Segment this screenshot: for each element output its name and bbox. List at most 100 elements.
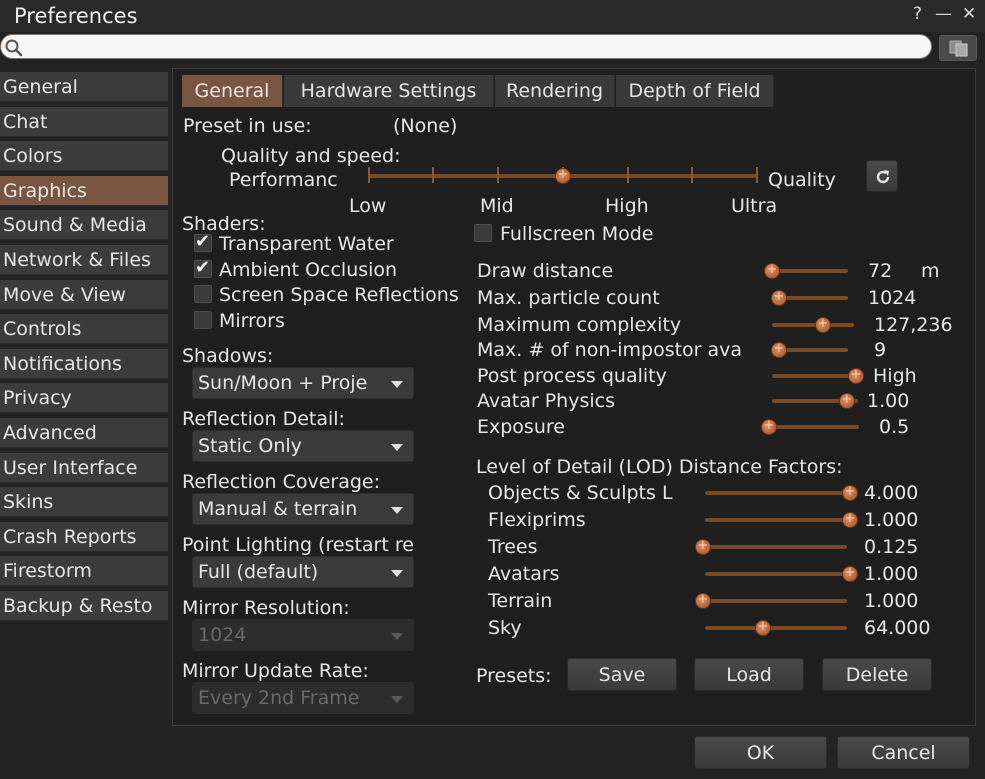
maximum-complexity-value[interactable]: 127,236 — [874, 314, 953, 336]
draw-distance-slider-knob[interactable] — [764, 260, 780, 280]
cancel-button[interactable]: Cancel — [837, 736, 970, 769]
sidebar-item-label: Advanced — [3, 422, 97, 444]
refresh-icon — [876, 170, 890, 184]
quality-slider[interactable] — [368, 165, 758, 186]
quality-label: Quality and speed: — [221, 145, 401, 167]
sidebar-item-firestorm[interactable]: Firestorm — [0, 556, 168, 587]
quality-slider-knob[interactable] — [555, 165, 571, 185]
lod-trees-slider-knob[interactable] — [695, 536, 711, 556]
reset-quality-button[interactable] — [866, 160, 898, 192]
sidebar-item-graphics[interactable]: Graphics — [0, 175, 168, 206]
shader-checkbox[interactable] — [194, 257, 212, 278]
sidebar-item-notifications[interactable]: Notifications — [0, 348, 168, 379]
tab-depth-of-field[interactable]: Depth of Field — [616, 75, 774, 107]
post-process-quality-label: Post process quality — [477, 365, 667, 387]
exposure-slider-knob[interactable] — [761, 416, 777, 436]
search-input[interactable] — [27, 37, 926, 58]
load-preset-button[interactable]: Load — [694, 658, 804, 691]
lod-avatars-value[interactable]: 1.000 — [864, 563, 918, 585]
sidebar-item-skins[interactable]: Skins — [0, 487, 168, 518]
reflection-detail-dropdown[interactable]: Static Only — [192, 430, 414, 462]
sidebar-item-general[interactable]: General — [0, 72, 168, 102]
post-process-quality-value[interactable]: High — [873, 365, 917, 387]
post-process-quality-slider[interactable] — [772, 365, 864, 385]
sidebar-item-move-view[interactable]: Move & View — [0, 279, 168, 310]
tab-rendering[interactable]: Rendering — [495, 75, 615, 107]
close-button[interactable]: ✕ — [962, 3, 976, 25]
lod-avatars-slider-knob[interactable] — [842, 563, 858, 583]
avatar-physics-slider[interactable] — [772, 390, 858, 410]
sidebar-item-chat[interactable]: Chat — [0, 106, 168, 137]
preset-label: Preset in use: — [183, 115, 312, 137]
maximum-complexity-slider-track — [772, 323, 854, 327]
lod-sky-value[interactable]: 64.000 — [864, 617, 930, 639]
exposure-slider[interactable] — [761, 416, 859, 436]
lod-flexiprims-slider[interactable] — [705, 509, 858, 529]
lod-sky-slider-knob[interactable] — [755, 617, 771, 637]
shadows-dropdown[interactable]: Sun/Moon + Proje — [192, 367, 414, 399]
sidebar-item-crash-reports[interactable]: Crash Reports — [0, 521, 168, 552]
save-preset-label: Save — [598, 664, 646, 686]
delete-preset-label: Delete — [845, 664, 909, 686]
max-particle-count-value[interactable]: 1024 — [868, 287, 916, 309]
tab-general[interactable]: General — [182, 75, 283, 107]
tab-general-label: General — [194, 80, 270, 102]
sidebar-item-controls[interactable]: Controls — [0, 314, 168, 345]
minimize-button[interactable]: — — [935, 3, 952, 25]
maximum-complexity-slider[interactable] — [772, 314, 854, 334]
copy-search-button[interactable] — [939, 35, 977, 61]
shader-checkbox[interactable] — [194, 231, 212, 252]
maximum-complexity-slider-knob[interactable] — [815, 314, 831, 334]
lod-objects-sculpts-l-slider[interactable] — [705, 482, 858, 502]
lod-flexiprims-slider-knob[interactable] — [842, 509, 858, 529]
sidebar-item-privacy[interactable]: Privacy — [0, 383, 168, 414]
post-process-quality-slider-knob[interactable] — [848, 365, 864, 385]
point-lighting-dropdown[interactable]: Full (default) — [192, 556, 414, 588]
lod-trees-slider-track — [695, 545, 847, 549]
sidebar-item-label: Crash Reports — [3, 525, 137, 548]
lod-avatars-slider[interactable] — [705, 563, 858, 583]
sidebar-item-advanced[interactable]: Advanced — [0, 418, 168, 448]
max-of-non-impostor-ava-slider[interactable] — [771, 339, 848, 359]
sidebar-item-backup-resto[interactable]: Backup & Resto — [0, 591, 168, 621]
sidebar-item-network-files[interactable]: Network & Files — [0, 245, 168, 275]
fullscreen-checkbox[interactable] — [474, 224, 492, 242]
max-of-non-impostor-ava-slider-knob[interactable] — [771, 339, 787, 359]
help-button[interactable]: ? — [913, 3, 922, 25]
exposure-value[interactable]: 0.5 — [879, 416, 909, 438]
shader-label: Mirrors — [219, 309, 285, 332]
save-preset-button[interactable]: Save — [567, 658, 677, 691]
reflection-coverage-dropdown[interactable]: Manual & terrain — [192, 493, 414, 525]
sidebar-item-sound-media[interactable]: Sound & Media — [0, 210, 168, 241]
avatar-physics-slider-knob[interactable] — [839, 390, 855, 410]
chevron-down-icon — [391, 444, 403, 451]
lod-terrain-value[interactable]: 1.000 — [864, 590, 918, 612]
lod-sky-slider[interactable] — [705, 617, 847, 637]
ok-button[interactable]: OK — [694, 736, 827, 769]
shader-checkbox[interactable] — [194, 310, 212, 329]
lod-objects-sculpts-l-slider-knob[interactable] — [842, 482, 858, 502]
shader-checkbox[interactable] — [194, 285, 212, 303]
max-particle-count-slider-knob[interactable] — [771, 287, 787, 307]
shadows-label: Shadows: — [182, 345, 274, 367]
tab-hardware-settings[interactable]: Hardware Settings — [284, 75, 494, 107]
lod-flexiprims-value[interactable]: 1.000 — [864, 509, 918, 531]
lod-trees-value[interactable]: 0.125 — [864, 536, 918, 558]
mirror-update-rate-dropdown: Every 2nd Frame — [192, 682, 414, 714]
lod-objects-sculpts-l-value[interactable]: 4.000 — [864, 482, 918, 504]
delete-preset-button[interactable]: Delete — [822, 658, 932, 691]
max-of-non-impostor-ava-value[interactable]: 9 — [874, 339, 886, 361]
avatar-physics-value[interactable]: 1.00 — [867, 390, 909, 412]
lod-trees-slider[interactable] — [695, 536, 847, 556]
draw-distance-slider[interactable] — [764, 260, 848, 280]
draw-distance-value[interactable]: 72 — [868, 260, 892, 282]
quality-tick — [627, 167, 629, 183]
sidebar-item-label: Firestorm — [3, 560, 92, 583]
max-particle-count-slider[interactable] — [771, 287, 848, 307]
lod-terrain-slider[interactable] — [695, 590, 847, 610]
lod-terrain-slider-knob[interactable] — [695, 590, 711, 610]
mirror-update-rate-label: Mirror Update Rate: — [182, 660, 369, 682]
sidebar-item-user-interface[interactable]: User Interface — [0, 452, 168, 483]
sidebar-item-label: Move & View — [3, 283, 126, 306]
sidebar-item-colors[interactable]: Colors — [0, 141, 168, 172]
